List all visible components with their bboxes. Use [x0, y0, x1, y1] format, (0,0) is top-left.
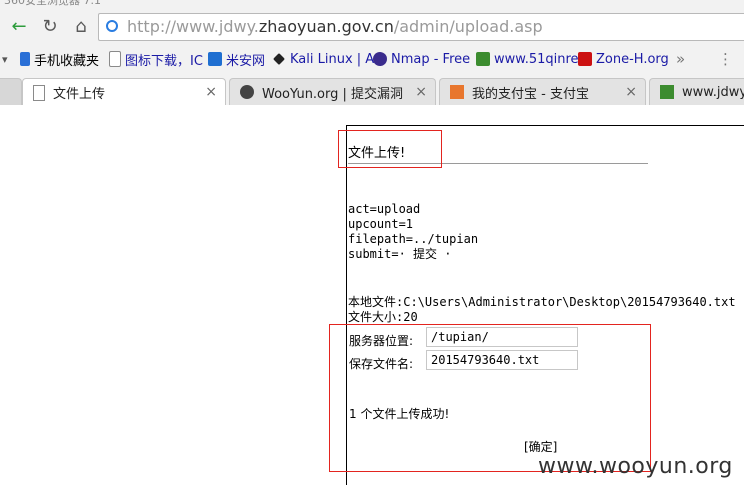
watermark: www.wooyun.org — [538, 454, 733, 479]
file-size-value: 20 — [403, 310, 418, 324]
window-titlebar: 360安全浏览器 7.1 — [0, 0, 744, 8]
globe-icon — [106, 20, 118, 32]
phone-icon — [20, 52, 30, 66]
bookmark-item[interactable]: 手机收藏夹 — [20, 50, 99, 69]
bookmark-item[interactable]: 米安网 — [208, 50, 265, 69]
page-content: 文件上传! act=upload upcount=1 filepath=../t… — [0, 105, 744, 492]
tab-alipay[interactable]: 我的支付宝 - 支付宝 × — [439, 78, 646, 105]
param-filepath: filepath=../tupian — [348, 232, 479, 246]
tab-strip: 文件上传 × WooYun.org | 提交漏洞 × 我的支付宝 - 支付宝 ×… — [0, 76, 744, 106]
close-icon[interactable]: × — [205, 84, 217, 100]
kali-dragon-icon — [273, 53, 285, 65]
page-icon — [109, 51, 121, 67]
mian-logo-icon — [208, 52, 222, 66]
tab-wooyun[interactable]: WooYun.org | 提交漏洞 × — [229, 78, 436, 105]
address-url[interactable]: http://www.jdwy.zhaoyuan.gov.cn/admin/up… — [127, 17, 543, 36]
home-icon[interactable]: ⌂ — [70, 15, 92, 37]
navigation-bar: ← ↻ ⌂ http://www.jdwy.zhaoyuan.gov.cn/ad… — [0, 8, 744, 44]
site-icon — [660, 85, 674, 99]
bookmark-item[interactable]: Kali Linux | A — [272, 50, 374, 68]
local-file-label: 本地文件: — [348, 295, 404, 309]
window-title: 360安全浏览器 7.1 — [4, 0, 101, 7]
bookmark-item[interactable]: Nmap - Free — [373, 50, 470, 68]
back-arrow-icon[interactable]: ← — [8, 15, 30, 37]
bookmark-item[interactable]: 图标下载，IC — [109, 50, 203, 69]
bookmarks-menu-chevron-icon[interactable]: ▾ — [2, 50, 8, 68]
address-bar[interactable]: http://www.jdwy.zhaoyuan.gov.cn/admin/up… — [98, 13, 744, 41]
close-icon[interactable]: × — [415, 84, 427, 100]
reload-icon[interactable]: ↻ — [39, 15, 61, 37]
bookmark-item[interactable]: Zone-H.org — [578, 50, 669, 68]
wooyun-logo-icon — [240, 85, 254, 99]
alipay-logo-icon — [450, 85, 464, 99]
highlight-box-result — [329, 324, 651, 472]
site-icon — [476, 52, 490, 66]
file-size-label: 文件大小: — [348, 310, 404, 324]
highlight-box-title — [338, 130, 442, 168]
zoneh-logo-icon — [578, 52, 592, 66]
close-icon[interactable]: × — [625, 84, 637, 100]
param-upcount: upcount=1 — [348, 217, 414, 231]
bookmarks-folder-icon[interactable]: ⋮ — [718, 50, 733, 68]
file-size-line: 文件大小:20 — [348, 310, 418, 325]
bookmarks-bar: ▾ 手机收藏夹 图标下载，IC 米安网 Kali Linux | A Nmap … — [0, 46, 744, 72]
param-act: act=upload — [348, 202, 421, 216]
local-file-path: C:\Users\Administrator\Desktop\201547936… — [403, 295, 736, 309]
bookmark-item[interactable]: www.51qinre — [476, 50, 579, 68]
tab-jdwy[interactable]: www.jdwy.z — [649, 78, 744, 105]
page-icon — [33, 84, 45, 101]
param-submit: submit=· 提交 · — [348, 247, 452, 261]
bookmarks-overflow-chevron-icon[interactable]: » — [676, 50, 685, 68]
tab-partial[interactable] — [0, 78, 22, 105]
browser-chrome: 360安全浏览器 7.1 ← ↻ ⌂ http://www.jdwy.zhaoy… — [0, 0, 744, 106]
nmap-eye-icon — [373, 52, 387, 66]
tab-file-upload[interactable]: 文件上传 × — [22, 78, 226, 106]
local-file-line: 本地文件:C:\Users\Administrator\Desktop\2015… — [348, 295, 736, 310]
